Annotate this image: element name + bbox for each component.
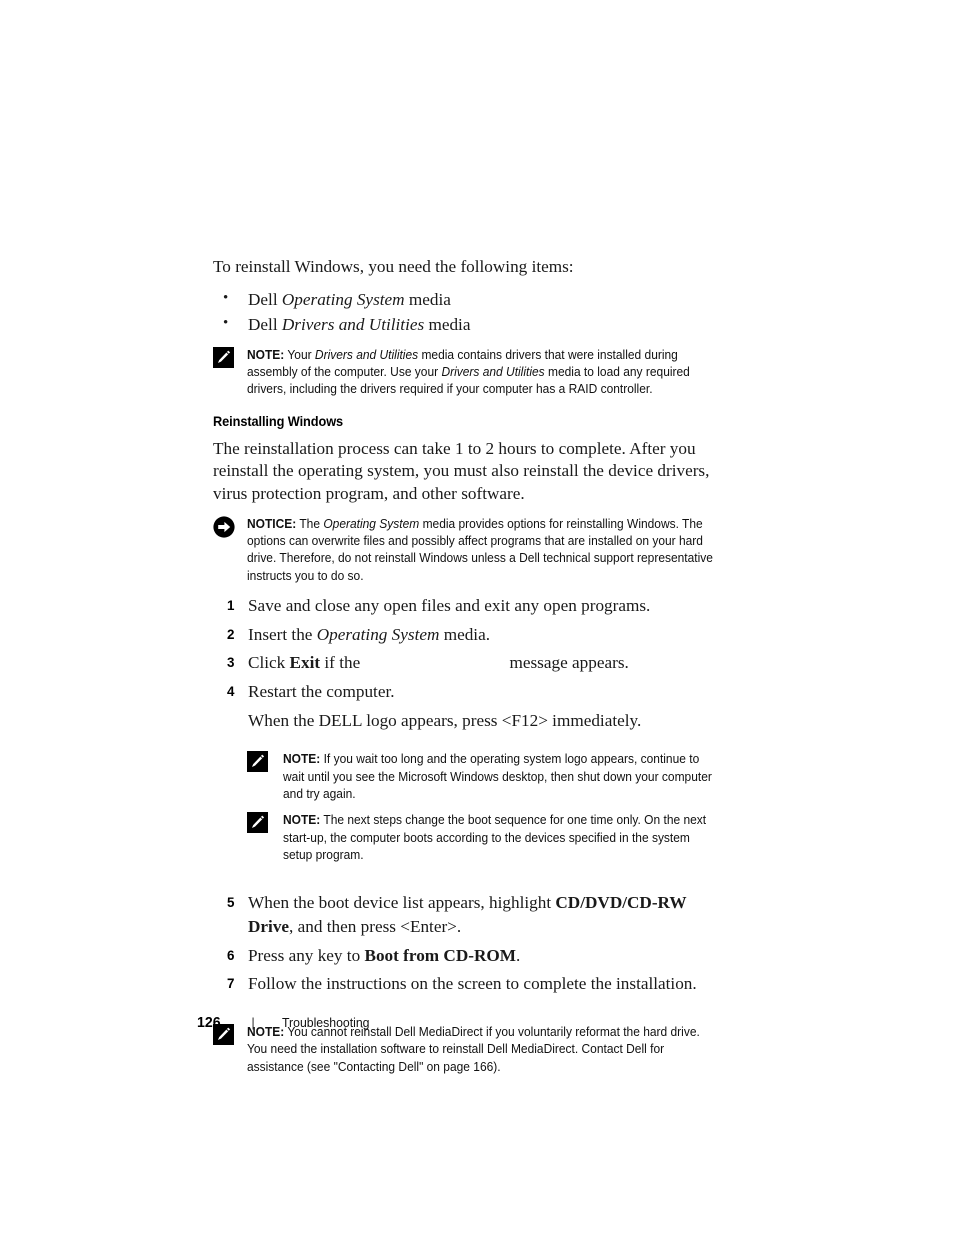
- intro-paragraph: To reinstall Windows, you need the follo…: [213, 257, 574, 276]
- step-number: 1: [227, 598, 235, 614]
- step-text-1: Insert the Operating System media.: [248, 624, 491, 644]
- step-number: 2: [227, 626, 235, 642]
- note-pencil-icon: [247, 751, 268, 773]
- requirements-list: Dell Operating System media Dell Drivers…: [213, 286, 713, 337]
- substep-f12-instruction: When the DELL logo appears, press <F12> …: [248, 710, 642, 730]
- step-text-3: Restart the computer.: [248, 682, 395, 701]
- step-text-6: Follow the instructions on the screen to…: [248, 974, 697, 994]
- step-text-2: Click Exit if the message appears.: [248, 653, 629, 673]
- bullet-text-1: Dell Drivers and Utilities media: [248, 314, 471, 334]
- step-item: 4 Restart the computer.: [213, 680, 713, 705]
- procedure-steps-part-1: 1 Save and close any open files and exit…: [213, 594, 713, 704]
- section-heading: Reinstalling Windows: [213, 413, 344, 429]
- note-boot-sequence: NOTE: The next steps change the boot seq…: [247, 811, 713, 863]
- step-number: 7: [227, 976, 235, 992]
- section-intro-paragraph: The reinstallation process can take 1 to…: [213, 438, 710, 503]
- step-number: 5: [227, 894, 235, 910]
- note-drivers-utilities: NOTE: Your Drivers and Utilities media c…: [213, 346, 713, 398]
- note-body-2: The next steps change the boot sequence …: [283, 812, 707, 863]
- step-text-5: Press any key to Boot from CD-ROM.: [248, 945, 521, 965]
- note-text: NOTE: If you wait too long and the opera…: [283, 750, 713, 802]
- note-label: NOTE:: [283, 812, 321, 828]
- step-item: 1 Save and close any open files and exit…: [213, 594, 713, 619]
- notice-text: NOTICE: The Operating System media provi…: [247, 515, 713, 585]
- note-pencil-icon: [213, 346, 234, 368]
- notice-reinstall-windows: NOTICE: The Operating System media provi…: [213, 515, 713, 585]
- step-number: 3: [227, 655, 235, 671]
- notice-arrow-icon: [212, 515, 236, 539]
- page-footer: 126 | Troubleshooting: [197, 1014, 376, 1031]
- note-operating-system-logo: NOTE: If you wait too long and the opera…: [247, 750, 713, 802]
- step-item: 6 Press any key to Boot from CD-ROM.: [213, 944, 713, 969]
- list-item: Dell Drivers and Utilities media: [213, 311, 713, 337]
- notice-body-0: The Operating System media provides opti…: [247, 515, 713, 583]
- step-item: 7 Follow the instructions on the screen …: [213, 972, 713, 997]
- footer-page-number: 126: [197, 1014, 221, 1031]
- note-label: NOTE:: [247, 346, 285, 362]
- step-item: 2 Insert the Operating System media.: [213, 623, 713, 648]
- step-text-4: When the boot device list appears, highl…: [248, 892, 687, 937]
- page-content: To reinstall Windows, you need the follo…: [213, 256, 713, 1084]
- step-item: 3 Click Exit if the message appears.: [213, 651, 713, 676]
- note-pencil-icon: [247, 812, 268, 834]
- notice-label: NOTICE:: [247, 515, 297, 531]
- document-page: To reinstall Windows, you need the follo…: [0, 0, 954, 1235]
- bullet-text-0: Dell Operating System media: [248, 289, 451, 309]
- step-number: 4: [227, 684, 235, 699]
- procedure-steps-part-2: 5 When the boot device list appears, hig…: [213, 891, 713, 997]
- step-item: 5 When the boot device list appears, hig…: [213, 891, 713, 940]
- note-body-0: Your Drivers and Utilities media contain…: [247, 346, 690, 397]
- note-text: NOTE: The next steps change the boot seq…: [283, 811, 713, 863]
- footer-separator: |: [251, 1015, 255, 1030]
- list-item: Dell Operating System media: [213, 286, 713, 312]
- note-text: NOTE: Your Drivers and Utilities media c…: [247, 346, 713, 398]
- step-text-0: Save and close any open files and exit a…: [248, 596, 651, 616]
- footer-chapter-name: Troubleshooting: [281, 1015, 370, 1030]
- note-label: NOTE:: [283, 751, 321, 767]
- note-body-1: If you wait too long and the operating s…: [283, 751, 712, 801]
- step-number: 6: [227, 947, 235, 963]
- note-body-3: You cannot reinstall Dell MediaDirect if…: [247, 1024, 700, 1074]
